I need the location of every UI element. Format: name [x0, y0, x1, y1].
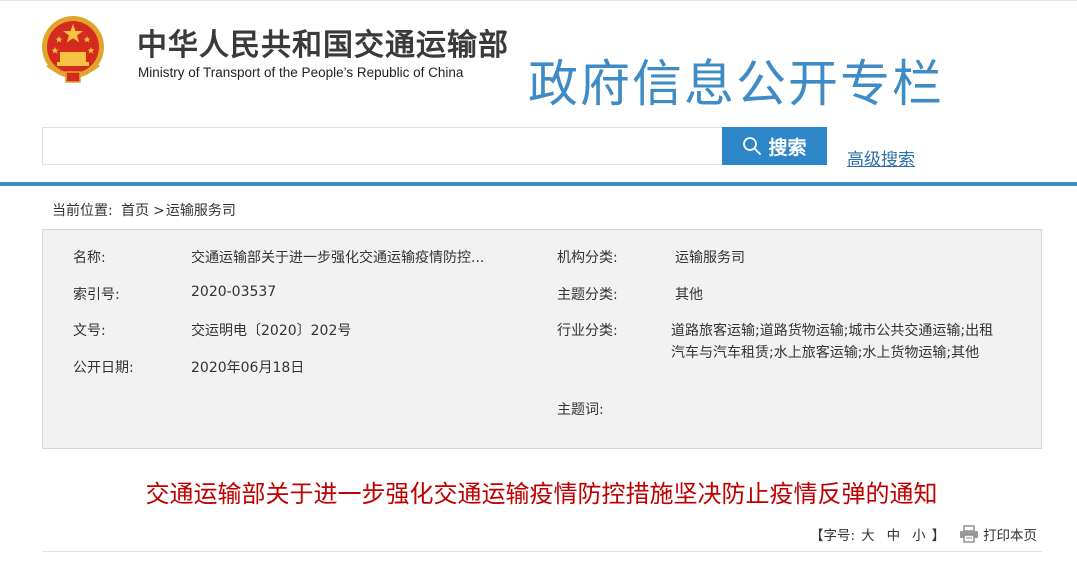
- print-page-link[interactable]: 打印本页: [983, 524, 1037, 544]
- font-size-suffix: 】: [931, 528, 946, 544]
- industry-category-value: 道路旅客运输;道路货物运输;城市公共交通运输;出租汽车与汽车租赁;水上旅客运输;…: [671, 323, 994, 361]
- index-number-label: 索引号:: [73, 287, 120, 303]
- search-icon: [743, 137, 762, 155]
- font-size-large-button[interactable]: 大: [861, 524, 875, 544]
- topic-category-value: 其他: [675, 287, 703, 303]
- publish-date-label: 公开日期:: [73, 360, 134, 376]
- article-tools: 【字号: 大 中 小 】 打印本页: [810, 524, 1037, 544]
- font-size-medium-button[interactable]: 中: [887, 524, 901, 544]
- breadcrumb: 当前位置: 首页 >运输服务司: [52, 200, 240, 220]
- ministry-name-en: Ministry of Transport of the People’s Re…: [138, 65, 464, 80]
- ministry-name-cn: 中华人民共和国交通运输部: [137, 28, 509, 63]
- index-number-value: 2020-03537: [191, 284, 277, 300]
- search-field[interactable]: [42, 127, 723, 165]
- font-size-small-button[interactable]: 小: [912, 524, 926, 544]
- search-button[interactable]: 搜索: [722, 127, 827, 165]
- organization-category-value: 运输服务司: [675, 250, 745, 266]
- organization-category-label: 机构分类:: [557, 250, 618, 266]
- name-label: 名称:: [73, 250, 106, 266]
- top-border: [0, 0, 1077, 5]
- search-button-label: 搜索: [768, 136, 807, 159]
- document-info-panel: 名称: 交通运输部关于进一步强化交通运输疫情防控... 索引号: 2020-03…: [42, 229, 1042, 449]
- breadcrumb-home-link[interactable]: 首页: [121, 203, 149, 219]
- breadcrumb-separator: >: [153, 203, 165, 219]
- search-input[interactable]: [43, 128, 723, 164]
- breadcrumb-current-link[interactable]: 运输服务司: [166, 203, 236, 219]
- header-divider: [0, 182, 1077, 186]
- keywords-label: 主题词:: [557, 402, 604, 418]
- topic-category-label: 主题分类:: [557, 287, 618, 303]
- font-size-prefix: 【字号:: [810, 528, 856, 544]
- document-number-label: 文号:: [73, 323, 106, 339]
- content-divider: [42, 551, 1042, 552]
- printer-icon[interactable]: [959, 525, 979, 543]
- industry-category-label: 行业分类:: [557, 323, 618, 339]
- document-number-value: 交运明电〔2020〕202号: [191, 323, 352, 339]
- national-emblem-icon: [42, 16, 104, 83]
- breadcrumb-prefix: 当前位置:: [52, 203, 113, 219]
- page-banner-title: 政府信息公开专栏: [528, 55, 944, 113]
- advanced-search-link[interactable]: 高级搜索: [847, 145, 915, 170]
- name-value: 交通运输部关于进一步强化交通运输疫情防控...: [191, 250, 485, 266]
- publish-date-value: 2020年06月18日: [191, 360, 305, 376]
- article-title: 交通运输部关于进一步强化交通运输疫情防控措施坚决防止疫情反弹的通知: [145, 480, 938, 508]
